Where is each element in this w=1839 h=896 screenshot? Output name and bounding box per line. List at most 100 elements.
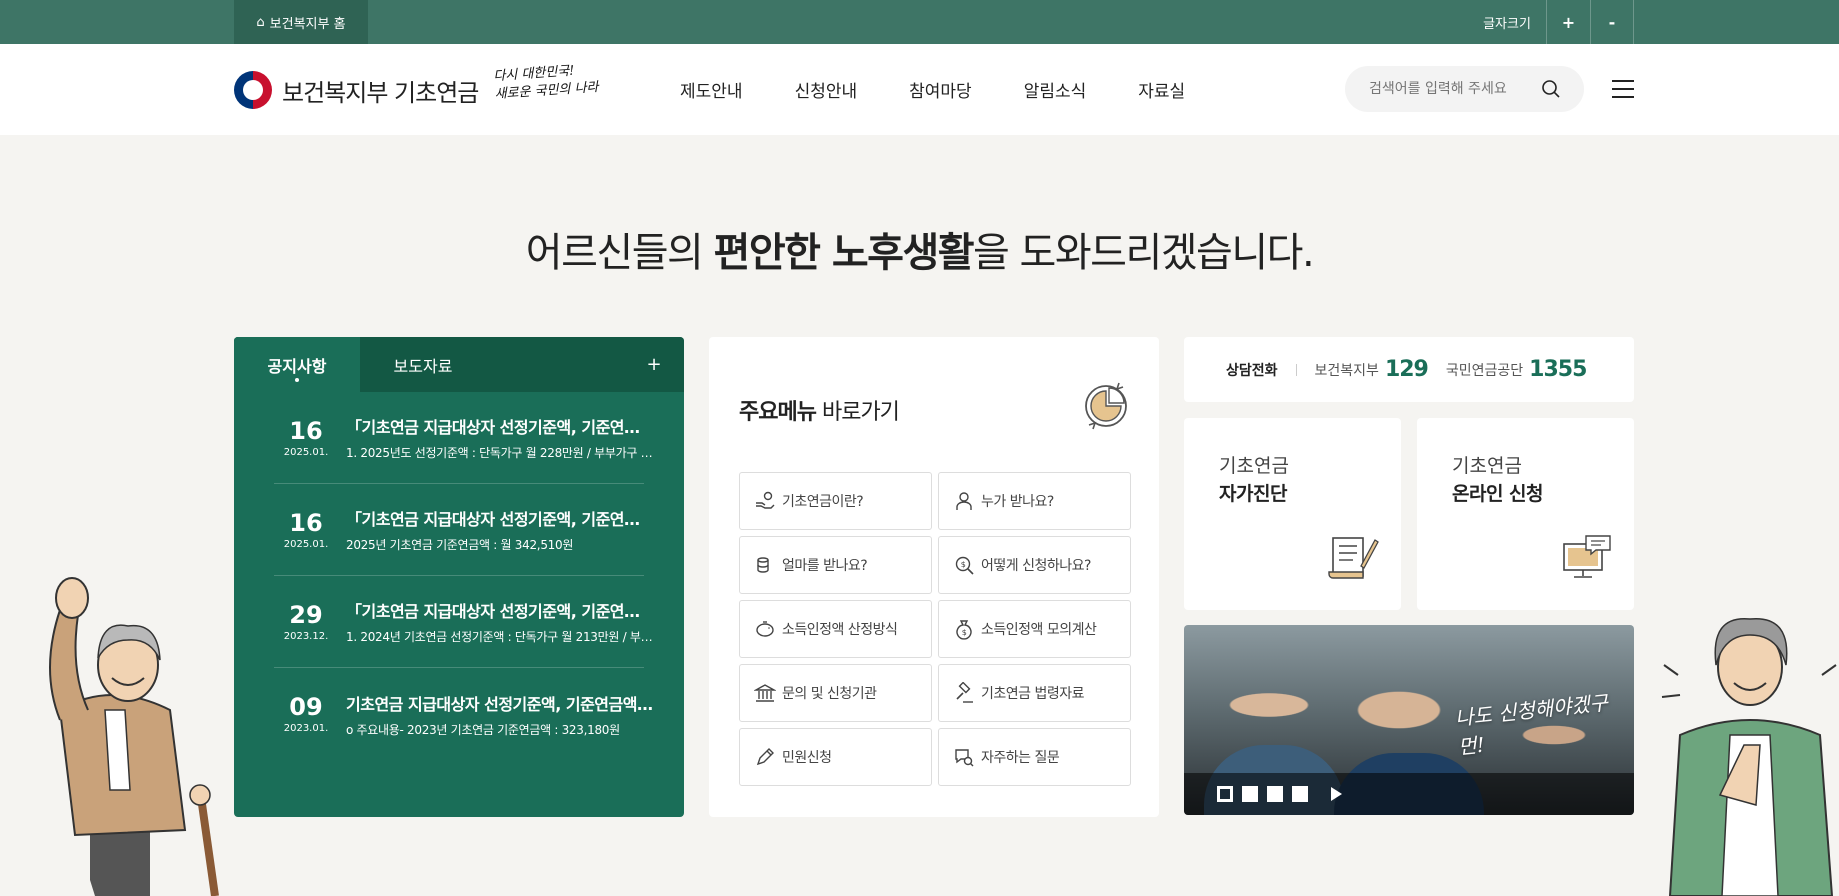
- quick-link-who-receives[interactable]: 누가 받나요?: [938, 472, 1131, 530]
- hero-suffix: 을 도와드리겠습니다.: [973, 230, 1315, 276]
- ministry-home-link[interactable]: ⌂ 보건복지부 홈: [234, 0, 368, 44]
- quick-link-how-much[interactable]: 얼마를 받나요?: [739, 536, 932, 594]
- ministry-home-label: 보건복지부 홈: [269, 16, 346, 32]
- font-increase-button[interactable]: +: [1546, 0, 1590, 44]
- coins-icon: [757, 557, 769, 573]
- top-utility-bar: ⌂ 보건복지부 홈 글자크기 + -: [0, 0, 1839, 44]
- nav-item-archive[interactable]: 자료실: [1138, 77, 1185, 102]
- site-logo[interactable]: 보건복지부 기초연금: [234, 71, 479, 109]
- hand-coin-icon: [756, 491, 775, 509]
- main-navigation: 제도안내 신청안내 참여마당 알림소식 자료실: [680, 44, 1237, 135]
- hero-prefix: 어르신들의: [525, 230, 714, 276]
- quick-link-what-is[interactable]: 기초연금이란?: [739, 472, 932, 530]
- checklist-icon: [1328, 537, 1379, 579]
- quick-link-civil-petition[interactable]: 민원신청: [739, 728, 932, 786]
- promo-banner[interactable]: 나도 신청해야겠구먼!: [1184, 625, 1634, 815]
- notice-list: 16 2025.01. 「기초연금 지급대상자 선정기준액, 기준연금액 고시」…: [234, 392, 684, 760]
- online-application-card[interactable]: 기초연금 온라인 신청: [1417, 418, 1634, 610]
- magnifier-coin-icon: $: [955, 556, 974, 575]
- slide-indicator-3[interactable]: [1267, 786, 1283, 802]
- notice-date: 09 2023.01.: [274, 694, 338, 734]
- quick-link-label: 어떻게 신청하나요?: [981, 558, 1091, 574]
- notice-title: 「기초연금 지급대상자 선정기준액, 기준연금액 고시」 일부개정: [346, 602, 654, 621]
- banner-controls: [1184, 773, 1634, 815]
- quick-menu-title-rest: 바로가기: [815, 400, 900, 425]
- menu-icon[interactable]: [1612, 80, 1634, 98]
- quick-menu-title: 주요메뉴 바로가기: [739, 394, 900, 426]
- slide-indicator-2[interactable]: [1242, 786, 1258, 802]
- notice-month: 2025.01.: [283, 538, 329, 550]
- quick-menu-grid: 기초연금이란? 누가 받나요? 얼마를 받나요? $ 어떻게 신청하나요? 소득…: [739, 472, 1131, 786]
- notice-day: 29: [289, 600, 323, 629]
- quick-link-how-to-apply[interactable]: $ 어떻게 신청하나요?: [938, 536, 1131, 594]
- notice-day: 09: [289, 693, 323, 721]
- notice-desc: o 주요내용- 2023년 기초연금 기준연금액 : 323,180원: [346, 722, 620, 737]
- font-decrease-button[interactable]: -: [1590, 0, 1634, 44]
- notice-month: 2023.01.: [283, 723, 329, 734]
- play-icon[interactable]: [1331, 787, 1342, 801]
- hotline-number-nps[interactable]: 1355: [1529, 357, 1587, 382]
- card-line-2: 자가진단: [1219, 483, 1287, 505]
- list-item[interactable]: 29 2023.12. 「기초연금 지급대상자 선정기준액, 기준연금액 고시」…: [274, 576, 654, 668]
- list-item[interactable]: 09 2023.01. 기초연금 지급대상자 선정기준액, 기준연금액 고시 안…: [274, 668, 654, 760]
- hotline-number-mohw[interactable]: 129: [1385, 357, 1429, 382]
- pen-icon: [756, 748, 774, 766]
- slide-indicator-1[interactable]: [1217, 786, 1233, 802]
- notice-month: 2025.01.: [283, 446, 329, 458]
- nav-item-apply[interactable]: 신청안내: [795, 77, 858, 102]
- notice-desc: 2025년 기초연금 기준연금액 : 월 342,510원: [346, 538, 574, 552]
- notice-date: 29 2023.12.: [274, 602, 338, 642]
- notice-day: 16: [289, 416, 323, 445]
- svg-text:$: $: [962, 628, 967, 637]
- quick-link-income-method[interactable]: 소득인정액 산정방식: [739, 600, 932, 658]
- nav-item-system[interactable]: 제도안내: [680, 77, 743, 102]
- self-diagnosis-card[interactable]: 기초연금 자가진단: [1184, 418, 1401, 610]
- notice-date: 16 2025.01.: [274, 418, 338, 458]
- search-icon[interactable]: [1541, 79, 1561, 99]
- card-line-1: 기초연금: [1219, 455, 1289, 477]
- notice-desc: 1. 2024년 기초연금 선정기준액 : 단독가구 월 213만원 / 부부가…: [346, 630, 654, 644]
- quick-link-label: 기초연금이란?: [782, 494, 864, 510]
- notice-more-button[interactable]: +: [624, 337, 684, 392]
- money-bag-icon: $: [956, 620, 972, 640]
- hotline-label: 상담전화: [1226, 362, 1278, 379]
- notice-panel: 공지사항 보도자료 + 16 2025.01. 「기초연금 지급대상자 선정기준…: [234, 337, 684, 817]
- quick-link-label: 소득인정액 모의계산: [981, 622, 1097, 638]
- nav-item-news[interactable]: 알림소식: [1024, 77, 1087, 102]
- hotline-bar: 상담전화 보건복지부 129 국민연금공단 1355: [1184, 337, 1634, 402]
- list-item[interactable]: 16 2025.01. 「기초연금 지급대상자 선정기준액, 기준연금액 고시」…: [274, 484, 654, 576]
- notice-title: 「기초연금 지급대상자 선정기준액, 기준연금액 고시」 일부개정: [346, 418, 654, 437]
- person-icon: [956, 492, 972, 510]
- hotline-org-mohw: 보건복지부: [1314, 362, 1379, 379]
- quick-link-income-simulation[interactable]: $ 소득인정액 모의계산: [938, 600, 1131, 658]
- notice-tabs: 공지사항 보도자료 +: [234, 337, 684, 392]
- quick-link-faq[interactable]: 자주하는 질문: [938, 728, 1131, 786]
- hotline-org-nps: 국민연금공단: [1445, 362, 1524, 379]
- notice-desc: 1. 2025년도 선정기준액 : 단독가구 월 228만원 / 부부가구 월 …: [346, 446, 654, 460]
- notice-title: 기초연금 지급대상자 선정기준액, 기준연금액 고시 안내: [346, 694, 654, 714]
- tab-press-releases[interactable]: 보도자료: [360, 337, 486, 392]
- search-input[interactable]: [1369, 66, 1539, 112]
- quick-menu-panel: 주요메뉴 바로가기 기초연금이란? 누가 받나요? 얼마를 받나요? $ 어떻게…: [709, 337, 1159, 817]
- svg-text:$: $: [961, 560, 966, 569]
- quick-link-legal-materials[interactable]: 기초연금 법령자료: [938, 664, 1131, 722]
- divider: [1295, 363, 1297, 376]
- quick-link-contact-offices[interactable]: 문의 및 신청기관: [739, 664, 932, 722]
- notice-day: 16: [289, 508, 323, 537]
- nav-item-participation[interactable]: 참여마당: [909, 77, 972, 102]
- notice-month: 2023.12.: [283, 630, 329, 642]
- quick-link-label: 기초연금 법령자료: [981, 686, 1085, 702]
- elderly-woman-illustration: [1661, 617, 1837, 896]
- search-box: [1345, 66, 1584, 112]
- font-size-label: 글자크기: [1483, 16, 1531, 32]
- piggy-bank-icon: [756, 621, 774, 637]
- site-header: 보건복지부 기초연금 다시 대한민국! 새로운 국민의 나라 제도안내 신청안내…: [0, 44, 1839, 135]
- quick-link-label: 누가 받나요?: [981, 494, 1054, 510]
- hero-heading: 어르신들의 편안한 노후생활을 도와드리겠습니다.: [0, 220, 1839, 278]
- home-icon: ⌂: [256, 14, 265, 30]
- card-line-1: 기초연금: [1452, 455, 1522, 477]
- bank-icon: [754, 684, 776, 702]
- tab-notices[interactable]: 공지사항: [234, 337, 360, 392]
- slide-indicator-4[interactable]: [1292, 786, 1308, 802]
- list-item[interactable]: 16 2025.01. 「기초연금 지급대상자 선정기준액, 기준연금액 고시」…: [274, 392, 654, 484]
